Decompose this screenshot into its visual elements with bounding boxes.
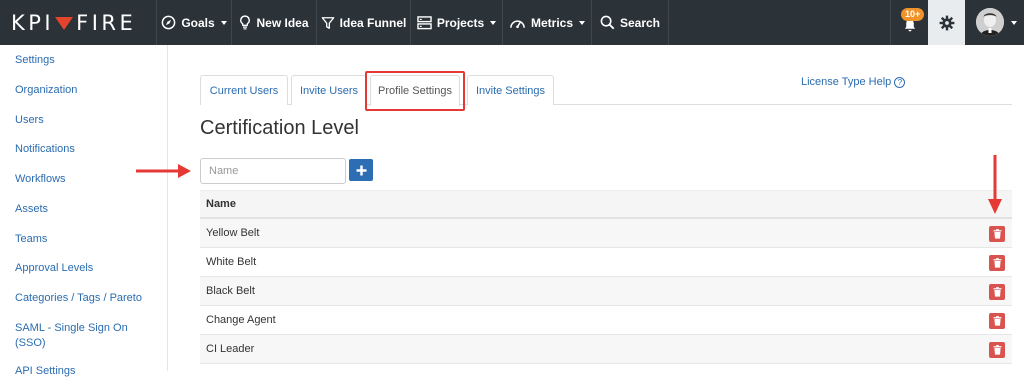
- nav-new-idea[interactable]: New Idea: [231, 0, 316, 45]
- notifications-button[interactable]: [891, 0, 928, 45]
- compass-icon: [161, 15, 176, 30]
- delete-button[interactable]: [989, 255, 1005, 271]
- nav-new-idea-label: New Idea: [256, 15, 309, 30]
- trash-icon: [993, 258, 1001, 268]
- table-header: Name: [200, 190, 1012, 219]
- table-row: White Belt: [200, 248, 1012, 277]
- nav-idea-funnel[interactable]: Idea Funnel: [316, 0, 410, 45]
- table-body: Yellow Belt White Belt Black Belt Change…: [200, 219, 1012, 364]
- nav-projects-label: Projects: [436, 15, 485, 30]
- delete-button[interactable]: [989, 284, 1005, 300]
- annotation-arrow-right-icon: [136, 164, 191, 178]
- tab-current-users[interactable]: Current Users: [200, 75, 288, 105]
- trash-icon: [993, 229, 1001, 239]
- sidebar-item-assets[interactable]: Assets: [15, 202, 160, 217]
- row-name: Change Agent: [206, 314, 276, 326]
- funnel-icon: [321, 16, 334, 29]
- delete-button[interactable]: [989, 342, 1005, 358]
- chevron-down-icon[interactable]: [1011, 21, 1017, 25]
- table-row: Black Belt: [200, 277, 1012, 306]
- add-button[interactable]: [349, 159, 373, 181]
- tab-invite-settings[interactable]: Invite Settings: [467, 75, 554, 105]
- row-name: CI Leader: [206, 343, 255, 355]
- chevron-down-icon: [579, 20, 586, 25]
- nav-divider: [668, 0, 669, 45]
- gear-icon: [939, 15, 954, 30]
- trash-icon: [993, 287, 1001, 297]
- table-row: Change Agent: [200, 306, 1012, 335]
- sidebar-item-notifications[interactable]: Notifications: [15, 142, 160, 157]
- license-type-help-link[interactable]: License Type Help ?: [801, 76, 906, 88]
- sidebar-item-categories[interactable]: Categories / Tags / Pareto: [15, 291, 160, 306]
- logo-text-right: FIRE: [76, 10, 137, 35]
- question-circle-icon: ?: [894, 76, 906, 88]
- nav-search-label: Search: [619, 15, 661, 30]
- nav-metrics[interactable]: Metrics: [502, 0, 591, 45]
- sidebar-item-saml-sso[interactable]: SAML - Single Sign On (SSO): [15, 321, 140, 351]
- certification-table: Name Yellow Belt White Belt Black Belt C…: [200, 190, 1012, 364]
- chevron-down-icon: [220, 20, 227, 25]
- search-icon: [600, 15, 615, 30]
- server-icon: [417, 15, 432, 29]
- row-name: White Belt: [206, 256, 257, 268]
- annotation-arrow-down-icon: [988, 155, 1002, 214]
- sidebar-item-organization[interactable]: Organization: [15, 83, 160, 98]
- notification-count-badge: 10+: [901, 8, 925, 21]
- tab-invite-users[interactable]: Invite Users: [291, 75, 367, 105]
- top-navbar: KPI FIRE Goals New Idea Idea Funnel Proj…: [0, 0, 1024, 45]
- nav-projects[interactable]: Projects: [410, 0, 502, 45]
- nav-goals-label: Goals: [181, 15, 215, 30]
- table-row: CI Leader: [200, 335, 1012, 364]
- sidebar-item-api-settings[interactable]: API Settings: [15, 364, 160, 379]
- annotation-highlight-box: [365, 71, 465, 111]
- plus-icon: [356, 165, 366, 175]
- name-input[interactable]: [200, 158, 346, 184]
- nav-metrics-label: Metrics: [530, 15, 574, 30]
- sidebar-item-settings[interactable]: Settings: [15, 53, 160, 68]
- user-avatar[interactable]: [976, 8, 1004, 36]
- trash-icon: [993, 316, 1001, 326]
- kpifire-logo[interactable]: KPI FIRE: [0, 0, 156, 45]
- nav-goals[interactable]: Goals: [156, 0, 231, 45]
- sidebar-item-users[interactable]: Users: [15, 113, 160, 128]
- user-photo-icon: [976, 8, 1004, 36]
- delete-button[interactable]: [989, 226, 1005, 242]
- lightbulb-icon: [240, 15, 251, 30]
- settings-sidebar: Settings Organization Users Notification…: [0, 45, 168, 377]
- nav-idea-funnel-label: Idea Funnel: [339, 15, 407, 30]
- gauge-icon: [510, 19, 525, 28]
- logo-mark-icon: [55, 17, 74, 30]
- page-title: Certification Level: [200, 117, 359, 139]
- logo-text-left: KPI: [11, 10, 55, 35]
- chevron-down-icon: [490, 20, 497, 25]
- column-header-name: Name: [206, 198, 236, 210]
- row-name: Black Belt: [206, 285, 255, 297]
- delete-button[interactable]: [989, 313, 1005, 329]
- nav-search[interactable]: Search: [591, 0, 668, 45]
- table-row: Yellow Belt: [200, 219, 1012, 248]
- license-type-help-label: License Type Help: [801, 76, 892, 88]
- trash-icon: [993, 345, 1001, 355]
- settings-button[interactable]: [928, 0, 965, 45]
- row-name: Yellow Belt: [206, 227, 260, 239]
- sidebar-item-approval-levels[interactable]: Approval Levels: [15, 261, 160, 276]
- sidebar-item-teams[interactable]: Teams: [15, 232, 160, 247]
